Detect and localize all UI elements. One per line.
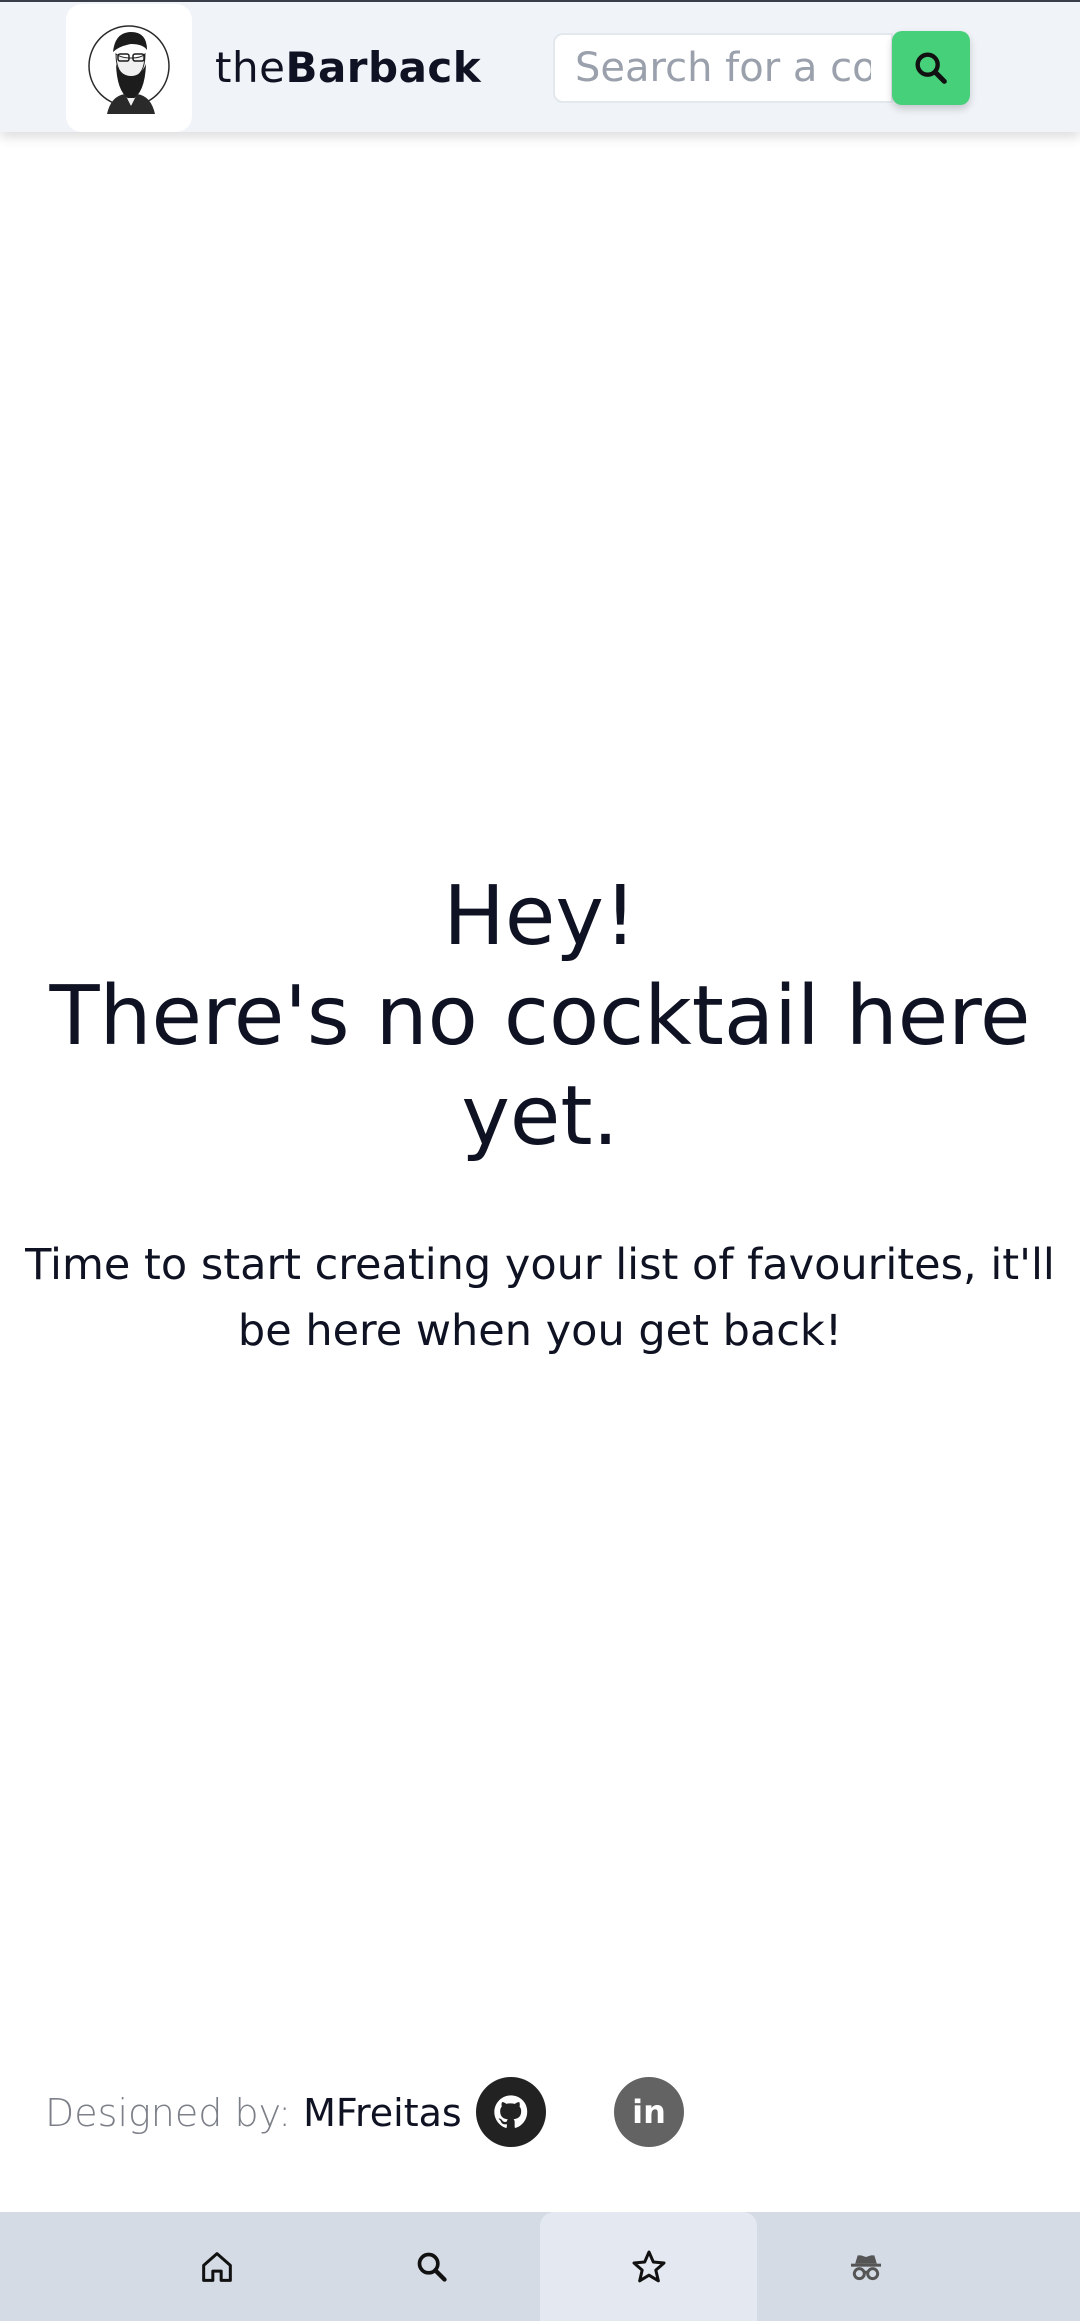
incognito-icon xyxy=(850,2254,881,2280)
home-icon xyxy=(201,2251,232,2282)
github-link[interactable] xyxy=(476,2077,546,2147)
credit-label: Designed by: xyxy=(45,2091,292,2135)
empty-state-line2: There's no cocktail here yet. xyxy=(49,969,1031,1164)
search-input[interactable] xyxy=(553,33,893,103)
github-icon xyxy=(494,2095,528,2128)
search-icon xyxy=(417,2252,447,2282)
brand-title: theBarback xyxy=(215,38,481,98)
empty-state-line1: Hey! xyxy=(443,869,637,964)
brand-prefix: the xyxy=(215,43,286,92)
search-icon xyxy=(915,52,947,84)
logo[interactable] xyxy=(66,4,192,132)
nav-favourites[interactable] xyxy=(540,2212,757,2321)
credit-name: MFreitas xyxy=(303,2091,462,2135)
nav-incognito[interactable] xyxy=(757,2212,974,2321)
empty-state-title: Hey! There's no cocktail here yet. xyxy=(20,867,1060,1167)
brand-name: Barback xyxy=(285,43,482,92)
bearded-man-avatar-icon xyxy=(88,25,170,114)
linkedin-icon: in xyxy=(632,2093,666,2131)
bottom-navigation xyxy=(0,2212,1080,2321)
linkedin-link[interactable]: in xyxy=(614,2077,684,2147)
nav-home[interactable] xyxy=(108,2212,325,2321)
app-header: theBarback xyxy=(0,2,1080,132)
star-icon xyxy=(632,2250,665,2282)
nav-search[interactable] xyxy=(323,2212,540,2321)
empty-state-subtitle: Time to start creating your list of favo… xyxy=(25,1240,1055,1356)
designer-credit: Designed by: MFreitas xyxy=(45,2078,462,2148)
search-button[interactable] xyxy=(892,31,970,105)
